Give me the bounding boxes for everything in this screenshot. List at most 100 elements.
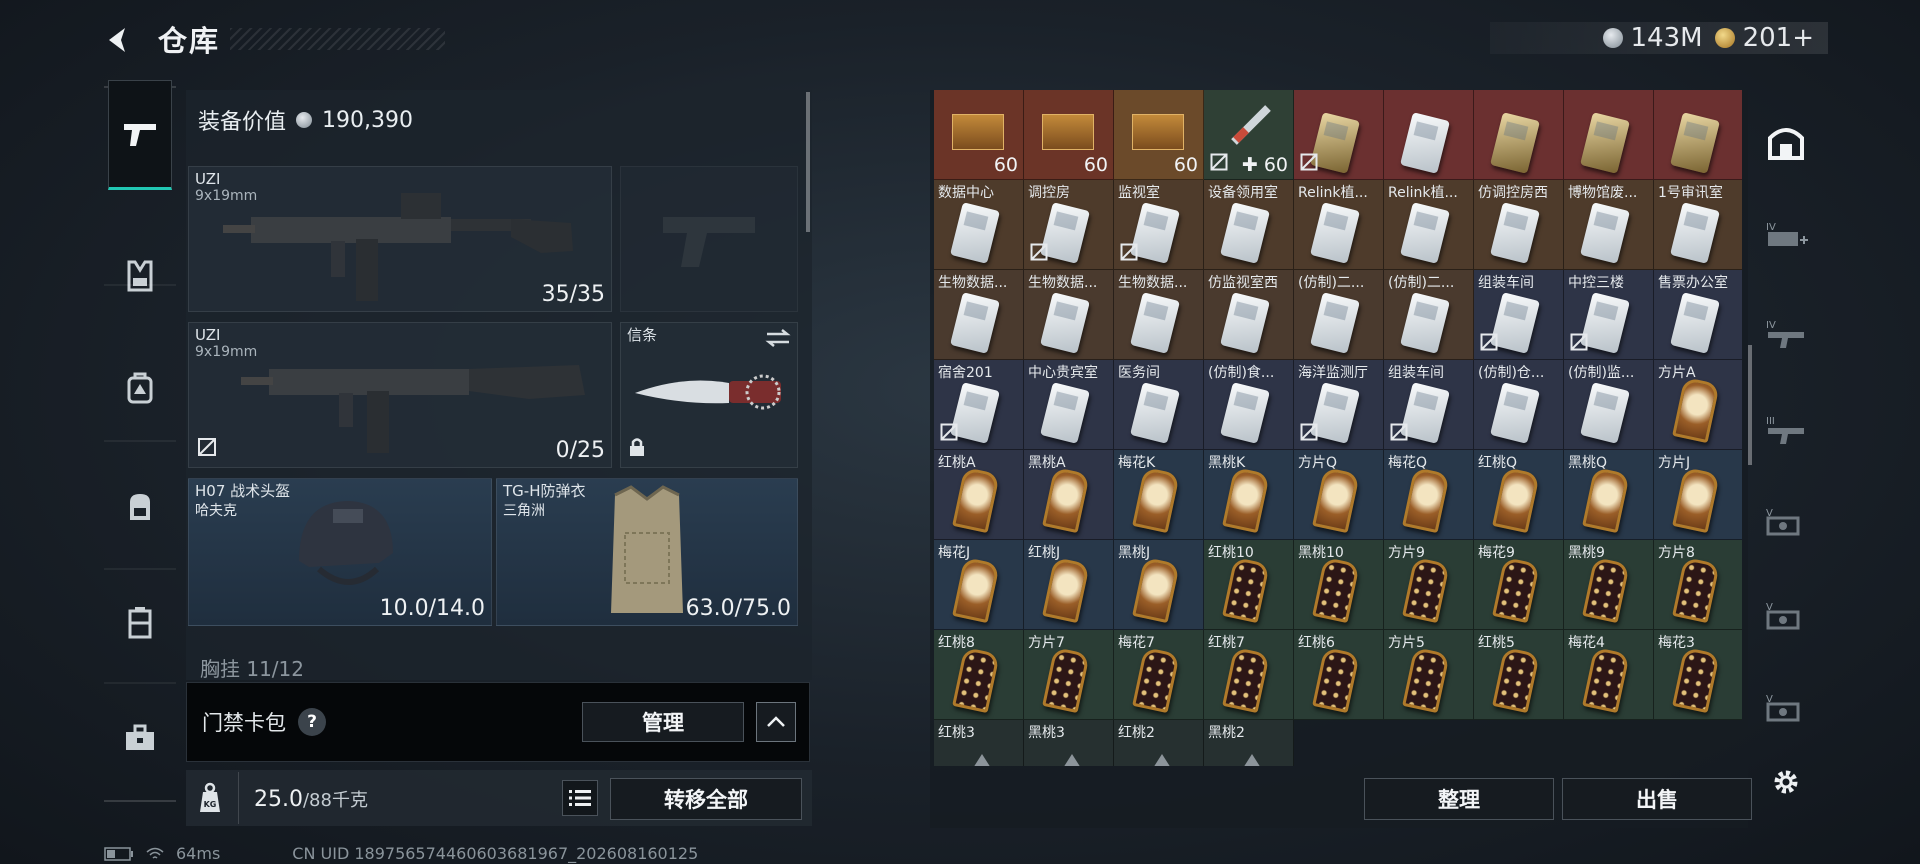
sort-button[interactable]: 整理	[1364, 778, 1554, 820]
melee-slot[interactable]: 信条	[620, 322, 798, 468]
storage-item[interactable]: 红桃5	[1474, 630, 1564, 720]
storage-item[interactable]: 梅花K	[1114, 450, 1204, 540]
storage-item[interactable]: 黑桃K	[1204, 450, 1294, 540]
storage-item[interactable]: 黑桃10	[1294, 540, 1384, 630]
storage-item[interactable]: 生物数据...	[934, 270, 1024, 360]
storage-item[interactable]	[1654, 90, 1742, 180]
storage-item[interactable]: 红桃3	[934, 720, 1024, 766]
storage-item[interactable]: (仿制)仓...	[1474, 360, 1564, 450]
storage-item[interactable]: 宿舍201	[934, 360, 1024, 450]
armor-slot[interactable]: TG-H防弹衣 三角洲 63.0/75.0	[496, 478, 798, 626]
secondary-weapon-slot[interactable]: UZI 9x19mm 0/25	[188, 322, 612, 468]
storage-item[interactable]: Relink植...	[1384, 180, 1474, 270]
storage-item[interactable]: 调控房	[1024, 180, 1114, 270]
tab-toolbox[interactable]	[112, 710, 168, 766]
silver-currency[interactable]: 143M	[1602, 23, 1703, 53]
storage-item[interactable]: 生物数据...	[1024, 270, 1114, 360]
storage-item[interactable]: ✚ 60	[1204, 90, 1294, 180]
storage-item[interactable]: 方片A	[1654, 360, 1742, 450]
filter-tool[interactable]: IV	[1764, 312, 1808, 356]
storage-item[interactable]: 梅花9	[1474, 540, 1564, 630]
filter-tool[interactable]: V	[1764, 594, 1808, 638]
tab-weapons[interactable]	[108, 80, 172, 190]
storage-item[interactable]: 黑桃J	[1114, 540, 1204, 630]
storage-item[interactable]: 组装车间	[1474, 270, 1564, 360]
transfer-all-button[interactable]: 转移全部	[610, 778, 802, 820]
equipment-scrollbar[interactable]	[806, 92, 810, 232]
storage-item[interactable]: 黑桃9	[1564, 540, 1654, 630]
filter-tool[interactable]: V	[1764, 686, 1808, 730]
storage-item[interactable]: 梅花J	[934, 540, 1024, 630]
storage-item[interactable]: 监视室	[1114, 180, 1204, 270]
collapse-button[interactable]	[756, 702, 796, 742]
storage-item[interactable]: 梅花3	[1654, 630, 1742, 720]
storage-item[interactable]: 海洋监测厅	[1294, 360, 1384, 450]
back-button[interactable]	[100, 20, 140, 60]
chest-rig-row[interactable]: 胸挂 11/12	[186, 645, 798, 685]
storage-item[interactable]	[1564, 90, 1654, 180]
swap-icon[interactable]	[765, 329, 791, 351]
storage-item[interactable]: 红桃10	[1204, 540, 1294, 630]
tab-case[interactable]	[112, 594, 168, 650]
storage-item[interactable]: 仿调控房西	[1474, 180, 1564, 270]
help-icon[interactable]: ?	[298, 708, 326, 736]
storage-item[interactable]: 梅花4	[1564, 630, 1654, 720]
storage-item[interactable]: 1号审讯室	[1654, 180, 1742, 270]
storage-item[interactable]: Relink植...	[1294, 180, 1384, 270]
storage-item[interactable]: 黑桃Q	[1564, 450, 1654, 540]
filter-tool[interactable]: IV	[1764, 214, 1808, 258]
storage-item[interactable]: 红桃7	[1204, 630, 1294, 720]
storage-item[interactable]: 方片7	[1024, 630, 1114, 720]
storage-item[interactable]: 黑桃2	[1204, 720, 1294, 766]
manage-button[interactable]: 管理	[582, 702, 744, 742]
storage-item[interactable]: 梅花7	[1114, 630, 1204, 720]
filter-tool[interactable]: III	[1764, 408, 1808, 452]
storage-item[interactable]: (仿制)二...	[1384, 270, 1474, 360]
storage-item[interactable]: 红桃6	[1294, 630, 1384, 720]
storage-item[interactable]: 医务间	[1114, 360, 1204, 450]
storage-item[interactable]: 中控三楼	[1564, 270, 1654, 360]
tab-backpack[interactable]	[112, 478, 168, 534]
storage-item[interactable]	[1474, 90, 1564, 180]
storage-item[interactable]	[1384, 90, 1474, 180]
storage-item[interactable]: 方片5	[1384, 630, 1474, 720]
storage-item[interactable]: (仿制)二...	[1294, 270, 1384, 360]
tab-vest[interactable]	[112, 248, 168, 304]
helmet-slot[interactable]: H07 战术头盔 哈夫克 10.0/14.0	[188, 478, 492, 626]
storage-item[interactable]: 设备领用室	[1204, 180, 1294, 270]
tab-rig[interactable]	[112, 360, 168, 416]
storage-item[interactable]: 中心贵宾室	[1024, 360, 1114, 450]
storage-item[interactable]: (仿制)监...	[1564, 360, 1654, 450]
sell-button[interactable]: 出售	[1562, 778, 1752, 820]
storage-item[interactable]: 黑桃A	[1024, 450, 1114, 540]
storage-item[interactable]: 红桃8	[934, 630, 1024, 720]
storage-item[interactable]: 售票办公室	[1654, 270, 1742, 360]
gold-currency[interactable]: 201+	[1714, 23, 1814, 53]
storage-item[interactable]: 黑桃3	[1024, 720, 1114, 766]
filter-tool[interactable]: V	[1764, 500, 1808, 544]
storage-item[interactable]: 方片Q	[1294, 450, 1384, 540]
storage-item[interactable]: 60	[1114, 90, 1204, 180]
storage-item[interactable]: 方片8	[1654, 540, 1742, 630]
settings-button[interactable]	[1764, 760, 1808, 804]
sidearm-slot-empty[interactable]	[620, 166, 798, 312]
list-view-button[interactable]	[562, 780, 598, 816]
storage-item[interactable]: 梅花Q	[1384, 450, 1474, 540]
storage-item[interactable]: 60	[934, 90, 1024, 180]
storage-item[interactable]: 博物馆废...	[1564, 180, 1654, 270]
storage-item[interactable]: 60	[1024, 90, 1114, 180]
primary-weapon-slot[interactable]: UZI 9x19mm 35/35	[188, 166, 612, 312]
storage-item[interactable]	[1294, 90, 1384, 180]
storage-item[interactable]: 仿监视室西	[1204, 270, 1294, 360]
storage-item[interactable]: 红桃2	[1114, 720, 1204, 766]
storage-item[interactable]: 红桃Q	[1474, 450, 1564, 540]
storage-item[interactable]: (仿制)食...	[1204, 360, 1294, 450]
storage-item[interactable]: 红桃J	[1024, 540, 1114, 630]
storage-item[interactable]: 组装车间	[1384, 360, 1474, 450]
storage-item[interactable]: 方片9	[1384, 540, 1474, 630]
storage-item[interactable]: 数据中心	[934, 180, 1024, 270]
storage-item[interactable]: 方片J	[1654, 450, 1742, 540]
storage-item[interactable]: 红桃A	[934, 450, 1024, 540]
storage-item[interactable]: 生物数据...	[1114, 270, 1204, 360]
warehouse-tool[interactable]	[1764, 120, 1808, 164]
